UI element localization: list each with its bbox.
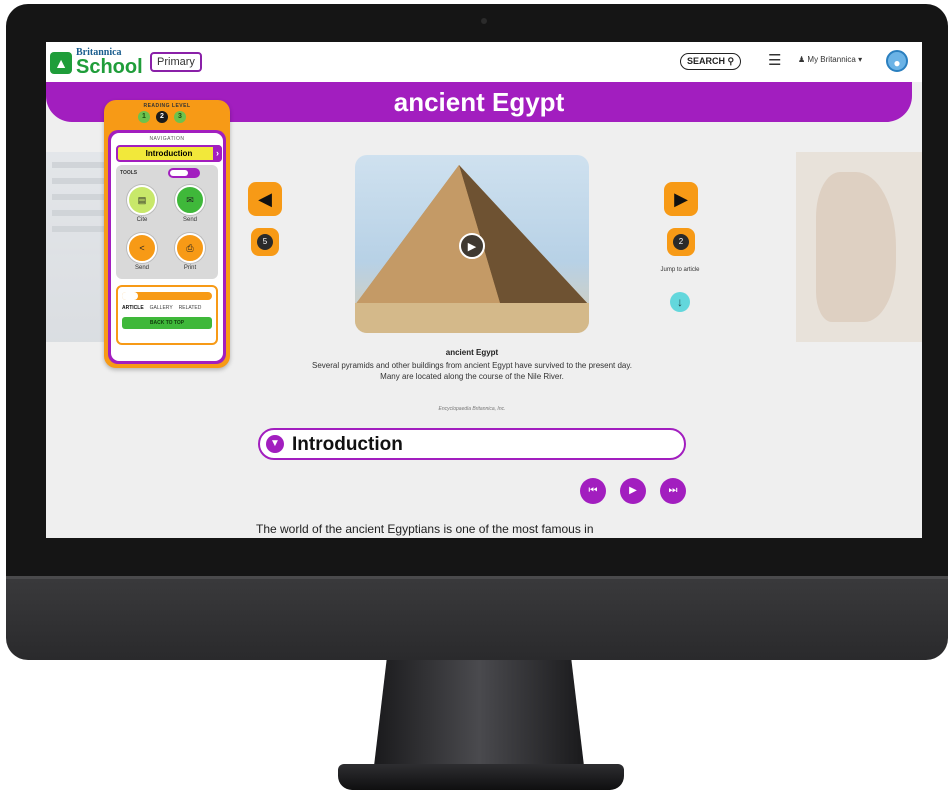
email-icon: ✉	[175, 185, 205, 215]
next-arrow-button[interactable]: ▶	[664, 182, 698, 216]
camera	[481, 18, 487, 24]
email-tool[interactable]: ✉ Send	[174, 185, 206, 225]
chin-divider	[6, 576, 948, 579]
cite-tool[interactable]: ▤ Cite	[126, 185, 158, 225]
previous-count-badge: 5	[251, 228, 279, 256]
media-credit: Encyclopaedia Britannica, Inc.	[438, 406, 506, 412]
tools-toggle[interactable]	[168, 168, 200, 178]
reading-progress-bar	[122, 292, 212, 300]
logo-line2: School	[76, 56, 143, 78]
tab-article[interactable]: ARTICLE	[122, 305, 144, 311]
search-button[interactable]: SEARCH ⚲	[680, 53, 742, 70]
navigation-label: NAVIGATION	[149, 136, 185, 142]
share-icon: <	[127, 233, 157, 263]
pyramid-image[interactable]: ▶	[355, 155, 589, 333]
my-britannica-label: My Britannica	[807, 55, 856, 64]
search-label: SEARCH	[687, 56, 726, 66]
share-tool[interactable]: < Send	[126, 233, 158, 273]
monitor-stand-base	[338, 764, 624, 790]
print-icon: ⎙	[175, 233, 205, 263]
reading-level-3[interactable]: 3	[174, 111, 186, 123]
cite-label: Cite	[136, 217, 148, 223]
section-header[interactable]: ▼ Introduction	[258, 428, 686, 460]
next-count-badge: 2	[667, 228, 695, 256]
media-caption: Several pyramids and other buildings fro…	[311, 361, 633, 381]
next-count: 2	[673, 234, 689, 250]
play-audio-button[interactable]: ▶	[620, 478, 646, 504]
menu-icon[interactable]: ☰	[768, 51, 781, 69]
share-label: Send	[134, 265, 149, 271]
britannica-school-logo[interactable]: ▲ Britannica School	[50, 48, 143, 77]
arrow-down-icon[interactable]: ↓	[670, 292, 690, 312]
chevron-down-icon[interactable]: ▼	[266, 435, 284, 453]
back-to-top-button[interactable]: BACK TO TOP	[122, 317, 212, 329]
next-media-thumbnail[interactable]	[796, 152, 922, 342]
chevron-right-icon[interactable]: ›	[213, 145, 222, 162]
reading-level-panel: READING LEVEL 1 2 3 NAVIGATION Introduct…	[104, 100, 230, 368]
rewind-button[interactable]: ⏮	[580, 478, 606, 504]
print-label: Print	[183, 265, 197, 271]
jump-to-article-label: Jump to article	[660, 267, 700, 273]
tab-related[interactable]: RELATED	[179, 305, 202, 311]
fast-forward-button[interactable]: ⏭	[660, 478, 686, 504]
tools-box: TOOLS ▤ Cite ✉ Send < Send ⎙ Print	[116, 165, 218, 279]
article-progress-box: ARTICLE GALLERY RELATED BACK TO TOP	[116, 285, 218, 345]
reading-level-label: READING LEVEL	[143, 103, 191, 109]
play-video-icon[interactable]: ▶	[459, 233, 485, 259]
previous-count: 5	[257, 234, 273, 250]
globe-icon[interactable]: ●	[886, 50, 908, 72]
tools-label: TOOLS	[120, 170, 138, 176]
navigation-panel: NAVIGATION Introduction › TOOLS ▤ Cite ✉…	[108, 130, 226, 364]
article-body-text: The world of the ancient Egyptians is on…	[256, 522, 594, 536]
screen: ▲ Britannica School Primary SEARCH ⚲ ☰ ♟…	[46, 42, 922, 538]
monitor-stand	[374, 660, 584, 766]
reading-level-2[interactable]: 2	[156, 111, 168, 123]
top-bar: ▲ Britannica School Primary SEARCH ⚲ ☰ ♟…	[46, 42, 922, 82]
section-selector-label: Introduction	[145, 149, 193, 158]
reading-level-1[interactable]: 1	[138, 111, 150, 123]
print-tool[interactable]: ⎙ Print	[174, 233, 206, 273]
edition-badge[interactable]: Primary	[150, 52, 202, 72]
my-britannica-menu[interactable]: ♟ My Britannica ▾	[798, 55, 862, 64]
cite-icon: ▤	[127, 185, 157, 215]
search-icon: ⚲	[727, 56, 735, 66]
email-label: Send	[182, 217, 197, 223]
section-selector[interactable]: Introduction ›	[116, 145, 222, 162]
monitor-chin	[6, 576, 948, 660]
section-title: Introduction	[292, 434, 403, 455]
logo-icon: ▲	[50, 51, 72, 74]
media-caption-title: ancient Egypt	[445, 348, 499, 357]
tab-gallery[interactable]: GALLERY	[150, 305, 173, 311]
previous-arrow-button[interactable]: ◀	[248, 182, 282, 216]
